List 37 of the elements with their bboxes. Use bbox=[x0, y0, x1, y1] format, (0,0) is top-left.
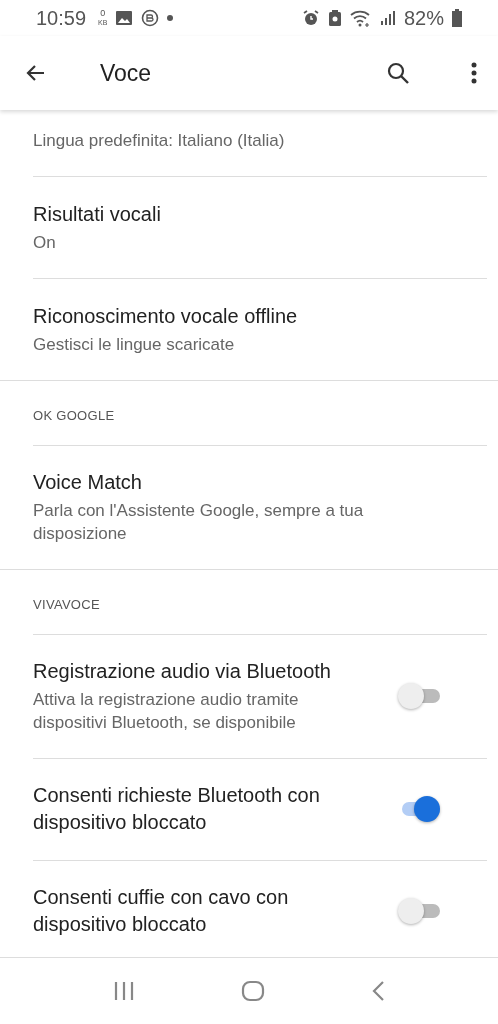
item-summary: Gestisci le lingue scaricate bbox=[33, 333, 236, 356]
item-title: Consenti cuffie con cavo con dispositivo bloccato bbox=[33, 885, 290, 937]
item-title: Consenti richieste Bluetooth con dispositivo bloccato bbox=[33, 783, 321, 835]
screen-title: Voce bbox=[100, 59, 152, 87]
image-icon bbox=[115, 10, 134, 26]
dot-icon bbox=[167, 15, 174, 21]
more-options-icon[interactable] bbox=[470, 61, 478, 85]
wifi-icon bbox=[349, 9, 372, 27]
item-summary: Parla con l'Assistente Google, sempre a tua disposizione bbox=[33, 500, 365, 545]
toggle-switch[interactable] bbox=[398, 898, 440, 924]
recent-apps-icon[interactable] bbox=[113, 981, 135, 1001]
home-icon[interactable] bbox=[241, 980, 265, 1002]
item-title: Registrazione audio via Bluetooth bbox=[33, 659, 332, 684]
item-summary: Lingua predefinita: Italiano (Italia) bbox=[33, 130, 286, 152]
item-title: Riconoscimento vocale offline bbox=[33, 303, 299, 329]
section-header: OK GOOGLE bbox=[32, 407, 116, 425]
item-title: Risultati vocali bbox=[33, 201, 162, 227]
signal-icon bbox=[379, 10, 396, 26]
settings-item[interactable]: Registrazione audio via Bluetooth Attiva la registrazione audio tramite dispositivi Bluetooth, se disponibile bbox=[0, 634, 498, 758]
settings-item[interactable]: Risultati vocali On bbox=[0, 176, 498, 278]
settings-item[interactable]: Riconoscimento vocale offline Gestisci le lingue scaricate bbox=[0, 278, 498, 380]
battery-saver-icon bbox=[327, 9, 342, 27]
settings-item[interactable]: Consenti richieste Bluetooth con dispositivo bloccato bbox=[0, 758, 498, 860]
search-icon[interactable] bbox=[386, 61, 410, 85]
section-header: VIVAVOCE bbox=[32, 596, 101, 614]
battery-icon bbox=[452, 9, 462, 27]
status-time: 10:59 bbox=[36, 6, 87, 30]
settings-item[interactable]: Lingua predefinita: Italiano (Italia) bbox=[0, 110, 498, 176]
battery-percent: 82% bbox=[403, 6, 444, 30]
settings-item[interactable]: Voice Match Parla con l'Assistente Google, sempre a tua disposizione bbox=[0, 445, 498, 569]
toggle-switch[interactable] bbox=[398, 683, 440, 709]
item-summary: On bbox=[33, 231, 57, 254]
back-icon[interactable] bbox=[371, 980, 385, 1002]
item-summary: Attiva la registrazione audio tramite dispositivi Bluetooth, se disponibile bbox=[33, 689, 300, 734]
alarm-icon bbox=[301, 9, 320, 27]
settings-item[interactable]: Consenti cuffie con cavo con dispositivo bloccato bbox=[0, 860, 498, 957]
item-title: Voice Match bbox=[33, 470, 143, 495]
